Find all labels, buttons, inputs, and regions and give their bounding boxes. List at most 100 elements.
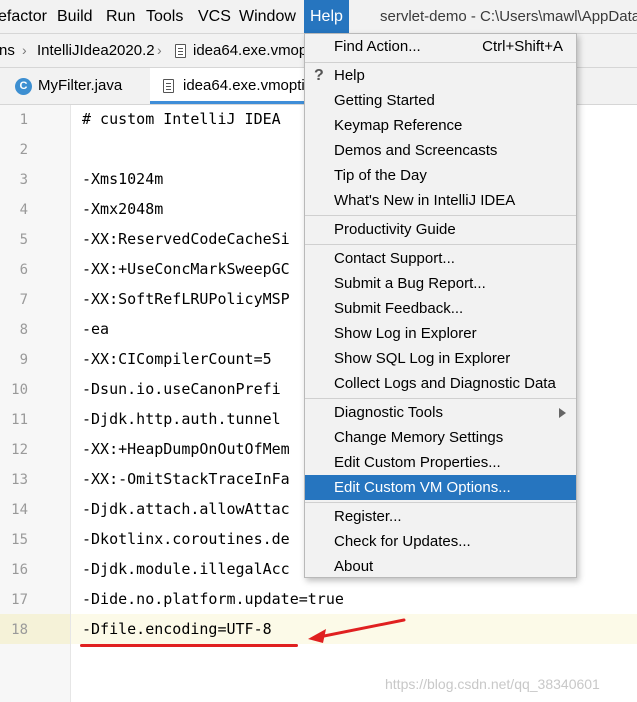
code-line: -XX:CICompilerCount=5 (82, 350, 272, 368)
code-line: -Xmx2048m (82, 200, 164, 218)
breadcrumb-separator-icon: › (22, 42, 27, 58)
menu-item-label: Change Memory Settings (334, 429, 504, 446)
breadcrumb-item[interactable]: ns (0, 34, 15, 67)
line-number: 15 (11, 532, 28, 548)
line-number: 13 (11, 472, 28, 488)
line-number: 2 (19, 142, 28, 158)
menu-item-label: Collect Logs and Diagnostic Data (334, 375, 556, 392)
menu-item-about[interactable]: About (305, 554, 576, 579)
window-title: servlet-demo - C:\Users\mawl\AppData (380, 8, 637, 25)
code-line: -XX:ReservedCodeCacheSi (82, 230, 290, 248)
menu-item-label: About (334, 558, 374, 575)
menu-vcs[interactable]: VCS (198, 0, 231, 33)
code-line: -Dkotlinx.coroutines.de (82, 530, 290, 548)
submenu-arrow-icon (559, 408, 566, 418)
menu-item-tip-of-the-day[interactable]: Tip of the Day (305, 163, 576, 188)
menu-item-label: Edit Custom VM Options... (334, 479, 511, 496)
menu-item-label: Contact Support... (334, 250, 455, 267)
menu-tools[interactable]: Tools (146, 0, 183, 33)
menu-item-help[interactable]: ? Help (305, 63, 576, 88)
line-number: 16 (11, 562, 28, 578)
breadcrumb-separator-icon: › (157, 42, 162, 58)
line-number: 11 (11, 412, 28, 428)
code-line: -Dide.no.platform.update=true (82, 590, 344, 608)
red-underline-annotation (80, 644, 298, 647)
code-line: -Xms1024m (82, 170, 164, 188)
menu-item-label: Submit Feedback... (334, 300, 464, 317)
menu-item-label: Find Action... (334, 38, 421, 55)
menu-refactor[interactable]: efactor (0, 0, 47, 33)
menu-item-find-action[interactable]: Find Action... Ctrl+Shift+A (305, 34, 576, 59)
menu-item-label: Submit a Bug Report... (334, 275, 486, 292)
menu-item-label: Keymap Reference (334, 117, 463, 134)
line-number: 12 (11, 442, 28, 458)
line-number: 6 (19, 262, 28, 278)
tab-myfilter[interactable]: C MyFilter.java (0, 68, 146, 104)
line-number: 18 (11, 622, 28, 638)
line-number: 10 (11, 382, 28, 398)
breadcrumb-item[interactable]: idea64.exe.vmop (193, 34, 307, 67)
code-line: -XX:SoftRefLRUPolicyMSP (82, 290, 290, 308)
line-number-gutter (0, 105, 71, 702)
help-dropdown-menu: Find Action... Ctrl+Shift+A ? Help Getti… (304, 33, 577, 578)
menu-item-label: Productivity Guide (334, 221, 456, 238)
menu-item-label: Diagnostic Tools (334, 404, 443, 421)
menu-item-label: Demos and Screencasts (334, 142, 498, 159)
class-c-icon: C (15, 78, 32, 95)
file-icon (163, 79, 174, 93)
menu-item-edit-custom-properties[interactable]: Edit Custom Properties... (305, 450, 576, 475)
question-mark-icon: ? (314, 67, 324, 84)
menu-item-submit-feedback[interactable]: Submit Feedback... (305, 296, 576, 321)
menu-item-submit-bug[interactable]: Submit a Bug Report... (305, 271, 576, 296)
menu-item-label: What's New in IntelliJ IDEA (334, 192, 516, 209)
menu-window[interactable]: Window (239, 0, 296, 33)
code-line: -Djdk.http.auth.tunnel (82, 410, 281, 428)
menu-item-show-sql-log[interactable]: Show SQL Log in Explorer (305, 346, 576, 371)
menu-item-register[interactable]: Register... (305, 504, 576, 529)
line-number: 5 (19, 232, 28, 248)
code-line: -XX:+HeapDumpOnOutOfMem (82, 440, 290, 458)
tab-vmoptions[interactable]: idea64.exe.vmoptio (150, 68, 313, 104)
menu-item-demos[interactable]: Demos and Screencasts (305, 138, 576, 163)
menu-help[interactable]: Help (304, 0, 349, 33)
menu-item-whats-new[interactable]: What's New in IntelliJ IDEA (305, 188, 576, 213)
line-number: 4 (19, 202, 28, 218)
menu-item-getting-started[interactable]: Getting Started (305, 88, 576, 113)
red-arrow-icon (308, 618, 406, 643)
menu-item-productivity-guide[interactable]: Productivity Guide (305, 217, 576, 242)
line-number: 8 (19, 322, 28, 338)
menu-item-label: Register... (334, 508, 402, 525)
file-icon (175, 44, 186, 58)
menu-item-label: Show Log in Explorer (334, 325, 477, 342)
code-line: -Djdk.attach.allowAttac (82, 500, 290, 518)
breadcrumb-item[interactable]: IntelliJIdea2020.2 (37, 34, 155, 67)
line-number: 1 (19, 112, 28, 128)
menu-item-edit-custom-vm-options[interactable]: Edit Custom VM Options... (305, 475, 576, 500)
menu-item-change-memory[interactable]: Change Memory Settings (305, 425, 576, 450)
menu-item-contact-support[interactable]: Contact Support... (305, 246, 576, 271)
menu-separator (305, 215, 576, 216)
menu-bar: efactor Build Run Tools VCS Window Help … (0, 0, 637, 34)
line-number: 7 (19, 292, 28, 308)
menu-item-check-updates[interactable]: Check for Updates... (305, 529, 576, 554)
menu-separator (305, 398, 576, 399)
menu-build[interactable]: Build (57, 0, 93, 33)
code-line: -Djdk.module.illegalAcc (82, 560, 290, 578)
tab-label: MyFilter.java (38, 77, 123, 94)
code-line: -Dsun.io.useCanonPrefi (82, 380, 281, 398)
menu-separator (305, 502, 576, 503)
menu-item-label: Show SQL Log in Explorer (334, 350, 511, 367)
menu-run[interactable]: Run (106, 0, 135, 33)
menu-item-keymap-reference[interactable]: Keymap Reference (305, 113, 576, 138)
shortcut-label: Ctrl+Shift+A (482, 38, 563, 55)
menu-item-show-log[interactable]: Show Log in Explorer (305, 321, 576, 346)
code-line: -ea (82, 320, 110, 338)
menu-item-collect-logs[interactable]: Collect Logs and Diagnostic Data (305, 371, 576, 396)
menu-item-label: Edit Custom Properties... (334, 454, 501, 471)
code-line: # custom IntelliJ IDEA (82, 110, 281, 128)
menu-item-diagnostic-tools[interactable]: Diagnostic Tools (305, 400, 576, 425)
code-line: -Dfile.encoding=UTF-8 (82, 620, 272, 638)
line-number: 9 (19, 352, 28, 368)
menu-separator (305, 244, 576, 245)
menu-item-label: Help (334, 67, 365, 84)
